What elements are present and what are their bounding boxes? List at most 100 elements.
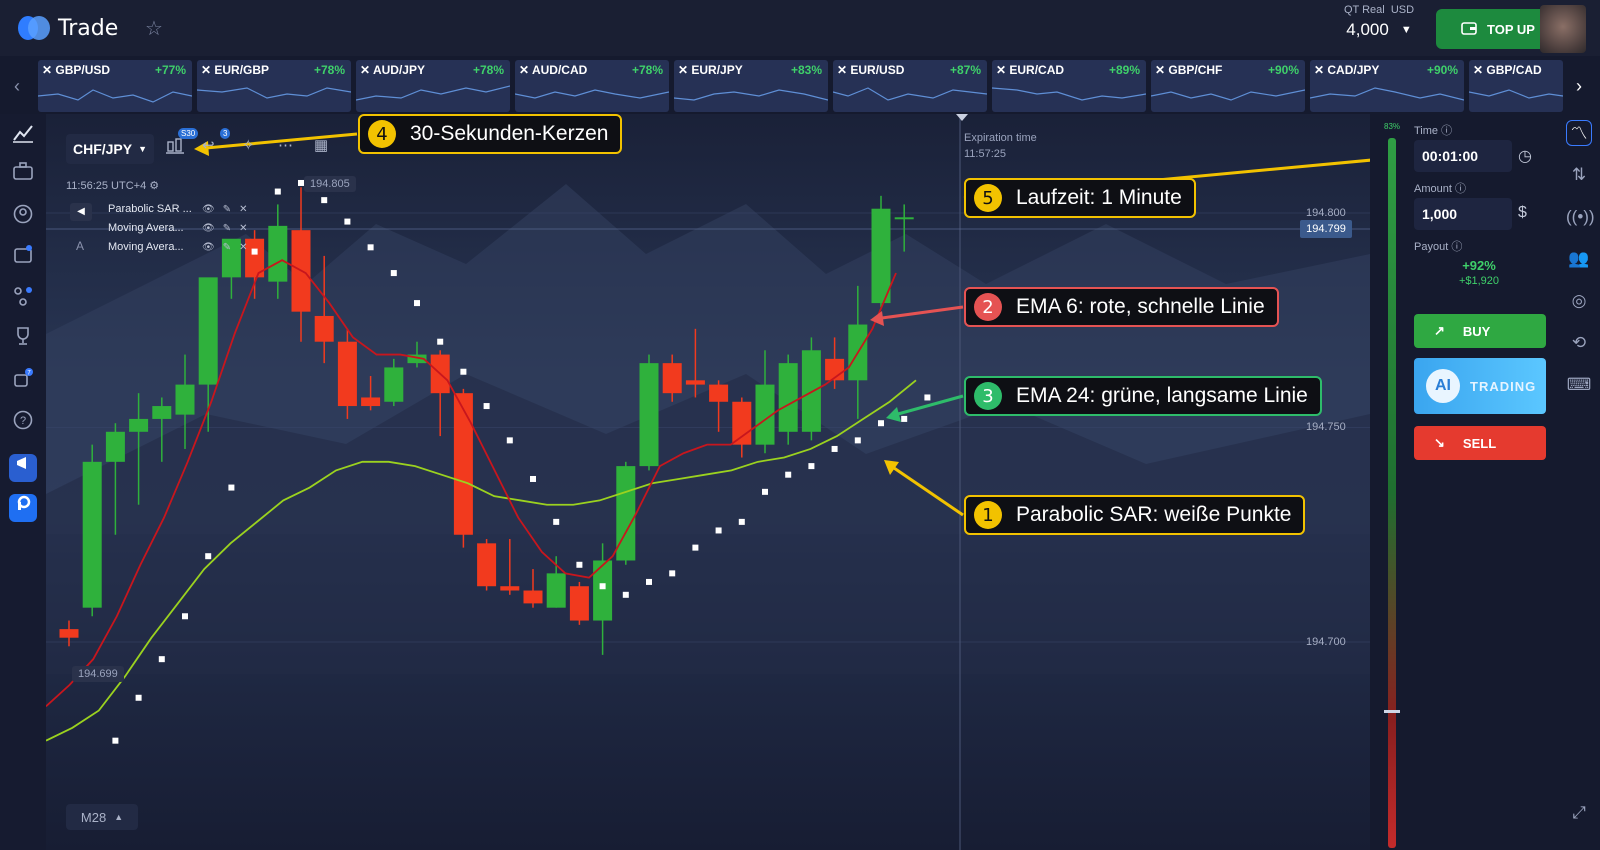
pencil-icon[interactable]: ✎ [223,204,231,215]
indicator-row: Parabolic SAR ... 👁 ✎ ✕ [68,203,247,215]
candle [523,590,543,604]
ticker-sparkline [38,89,192,103]
account-selector[interactable]: QT Real USD 4,000 ▼ [1334,4,1424,46]
sar-dot [715,527,722,534]
candle [384,367,404,402]
sar-dot [692,544,699,551]
timeframe-selector[interactable]: M28 ▲ [66,804,138,830]
candle [59,629,79,638]
buy-button[interactable]: ↗ BUY [1414,314,1546,348]
sar-dot [785,471,792,478]
target-icon[interactable]: ◎ [1566,288,1592,314]
more-options-icon[interactable]: ⋯ [278,136,293,164]
callout-text: EMA 24: grüne, langsame Linie [1016,384,1308,407]
ticker-eur-usd[interactable]: ✕ EUR/USD +87% [833,60,987,112]
buy-label: BUY [1462,323,1491,339]
pencil-icon[interactable]: ✎ [223,223,231,234]
app-badge-icon[interactable] [9,494,37,522]
signal-broadcast-icon[interactable]: ((•)) [1566,204,1595,230]
close-icon[interactable]: ✕ [239,223,247,234]
history-icon[interactable]: ⟲ [1566,330,1592,356]
low-price-label: 194.699 [72,666,124,682]
ticker-aud-jpy[interactable]: ✕ AUD/JPY +78% [356,60,510,112]
megaphone-icon[interactable] [9,454,37,482]
indicators-icon[interactable]: ✧ [242,136,255,164]
pencil-icon[interactable]: ✎ [223,242,231,253]
ticker-payout: +83% [790,63,822,77]
keyboard-icon[interactable]: ⌨ [1566,372,1592,398]
trophy-icon[interactable] [11,326,35,350]
ai-logo: AI [1426,369,1460,403]
trade-panel: 83% Time ⓘ 00:01:00 ◷ Amount ⓘ 1,000 $ P… [1370,114,1532,850]
sar-dot [321,197,328,204]
logo[interactable]: Trade [18,14,118,42]
top-bar: Trade ☆ QT Real USD 4,000 ▼ TOP UP [0,0,1600,56]
candle-type-button[interactable] [166,136,184,164]
callout-candles: 4 30-Sekunden-Kerzen [358,114,623,154]
layout-icon[interactable]: ▦ [314,136,328,164]
dollar-icon[interactable]: $ [1518,204,1527,222]
sar-dot [762,488,768,495]
server-clock: 11:56:25 UTC+4 ⚙ [66,180,160,192]
ticker-eur-gbp[interactable]: ✕ EUR/GBP +78% [197,60,351,112]
callout-number: 4 [368,120,396,148]
settings-gear-icon[interactable]: ⚙ [149,180,159,192]
chevron-left-icon[interactable]: ‹ [14,76,20,97]
network-icon[interactable] [11,286,35,310]
drawing-tools-button[interactable]: ↩ [202,136,215,164]
transfer-arrows-icon[interactable]: ⇅ [1566,162,1592,188]
candle [732,401,752,445]
sar-dot [530,475,536,482]
ticker-payout: +77% [154,63,186,77]
sell-button[interactable]: ↘ SELL [1414,426,1546,460]
ticker-aud-cad[interactable]: ✕ AUD/CAD +78% [515,60,669,112]
cart-icon[interactable] [11,244,35,268]
chart-area[interactable]: CHF/JPY ▼ S30 ↩ 3 ✧ ⋯ ▦ 11:56:25 UTC+4 ⚙ … [46,114,1370,850]
fullscreen-icon[interactable]: ⤢ [1566,800,1592,826]
ticker-symbol: ✕ GBP/CAD [1473,63,1542,77]
candle [616,466,636,561]
chart-icon[interactable] [11,122,35,146]
ticker-eur-jpy[interactable]: ✕ EUR/JPY +83% [674,60,828,112]
ticker-gbp-cad[interactable]: ✕ GBP/CAD [1469,60,1563,112]
favorite-star-icon[interactable]: ☆ [145,16,163,41]
caret-up-icon: ▲ [114,812,124,822]
ticker-symbol: ✕ EUR/GBP [201,63,270,77]
chevron-right-icon[interactable]: › [1576,76,1582,97]
expiration-time: 11:57:25 [964,148,1007,160]
user-profile-icon[interactable] [11,204,35,228]
ticker-gbp-usd[interactable]: ✕ GBP/USD +77% [38,60,192,112]
ticker-eur-cad[interactable]: ✕ EUR/CAD +89% [992,60,1146,112]
sar-dot [622,591,629,598]
time-input[interactable]: 00:01:00 [1414,140,1512,172]
sar-dot [135,694,142,701]
briefcase-icon[interactable] [11,162,35,186]
price-level: 194.800 [1306,207,1346,219]
candle [129,418,149,432]
eye-icon[interactable]: 👁 [202,242,215,253]
ai-trading-button[interactable]: AI TRADING [1414,358,1546,414]
callout-text: 30-Sekunden-Kerzen [410,122,609,145]
user-avatar[interactable] [1540,5,1586,53]
asset-selector[interactable]: CHF/JPY ▼ [66,134,154,164]
sar-dot [854,437,861,444]
indicator-row: Moving Avera... 👁 ✎ ✕ [68,241,247,253]
sar-dot [112,737,119,744]
users-icon[interactable]: 👥 [1566,246,1592,272]
referral-icon[interactable]: 7 [11,368,35,392]
ticker-cad-jpy[interactable]: ✕ CAD/JPY +90% [1310,60,1464,112]
eye-icon[interactable]: 👁 [202,204,215,215]
indicator-name: Parabolic SAR ... [108,203,192,215]
close-icon[interactable]: ✕ [239,242,247,253]
sar-dot [483,403,490,410]
time-label: Time ⓘ [1414,125,1453,137]
candle [894,217,914,220]
amount-input[interactable]: 1,000 [1414,198,1512,230]
ticker-gbp-chf[interactable]: ✕ GBP/CHF +90% [1151,60,1305,112]
help-icon[interactable]: ? [11,410,35,434]
eye-icon[interactable]: 👁 [202,223,215,234]
close-icon[interactable]: ✕ [239,204,247,215]
trade-chart-icon[interactable]: 〽 [1566,120,1592,146]
ticker-payout: +78% [472,63,504,77]
clock-icon[interactable]: ◷ [1518,146,1532,166]
